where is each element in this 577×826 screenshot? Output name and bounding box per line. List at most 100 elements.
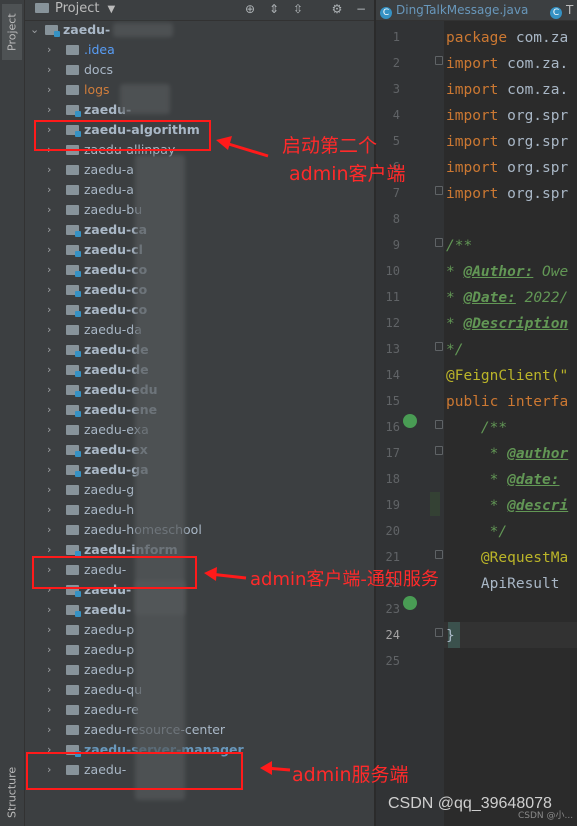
chevron-right-icon[interactable]: › <box>47 640 57 660</box>
tree-item[interactable]: › zaedu-p <box>25 640 374 660</box>
module-folder-icon <box>66 605 81 617</box>
tree-item[interactable]: › zaedu-exa <box>25 420 374 440</box>
code-line-4: import org.spr <box>446 108 569 124</box>
chevron-right-icon[interactable]: › <box>47 360 57 380</box>
tree-item[interactable]: › zaedu-ga <box>25 460 374 480</box>
chevron-down-icon: ▼ <box>107 4 116 15</box>
arrow-icon <box>260 761 291 775</box>
tree-item[interactable]: › zaedu-h <box>25 500 374 520</box>
module-folder-icon <box>66 385 81 397</box>
chevron-right-icon[interactable]: › <box>47 260 57 280</box>
chevron-right-icon[interactable]: › <box>47 280 57 300</box>
code-editor[interactable]: package com.za import com.za. import com… <box>446 21 577 826</box>
chevron-right-icon[interactable]: › <box>47 480 57 500</box>
tree-item[interactable]: › zaedu-co <box>25 280 374 300</box>
tree-item[interactable]: › zaedu- <box>25 600 374 620</box>
chevron-right-icon[interactable]: › <box>47 420 57 440</box>
tree-root-row[interactable]: ⌄ zaedu- <box>25 20 374 40</box>
tree-item[interactable]: › zaedu-co <box>25 260 374 280</box>
chevron-right-icon[interactable]: › <box>47 400 57 420</box>
fold-marker-icon[interactable] <box>435 446 443 455</box>
line-number: 25 <box>385 654 400 668</box>
tree-item[interactable]: ›zaedu-homeschool <box>25 520 374 540</box>
fold-marker-icon[interactable] <box>435 186 443 195</box>
editor-tab-dingtalkmessage[interactable]: C DingTalkMessage.java <box>380 0 528 20</box>
tree-item[interactable]: › zaedu-de <box>25 340 374 360</box>
tree-item[interactable]: › zaedu-edu <box>25 380 374 400</box>
tree-item[interactable]: › zaedu-ca <box>25 220 374 240</box>
chevron-right-icon[interactable]: › <box>47 180 57 200</box>
line-number: 3 <box>392 82 400 96</box>
tree-item[interactable]: › zaedu- <box>25 100 374 120</box>
tree-item[interactable]: › .idea <box>25 40 374 60</box>
chevron-right-icon[interactable]: › <box>47 700 57 720</box>
project-panel-title: Project <box>55 1 100 16</box>
editor-tab-second[interactable]: CT <box>550 0 573 20</box>
chevron-right-icon[interactable]: › <box>47 500 57 520</box>
tree-item[interactable]: › zaedu-cl <box>25 240 374 260</box>
fold-marker-icon[interactable] <box>435 238 443 247</box>
chevron-right-icon[interactable]: › <box>47 220 57 240</box>
folder-icon <box>66 325 79 335</box>
chevron-right-icon[interactable]: › <box>47 100 57 120</box>
tree-item-label: zaedu-qu <box>84 682 143 697</box>
tree-item[interactable]: › zaedu-re <box>25 700 374 720</box>
gear-icon[interactable]: ⚙ <box>330 2 344 16</box>
tree-item[interactable]: › zaedu-ene <box>25 400 374 420</box>
chevron-right-icon[interactable]: › <box>47 160 57 180</box>
tree-item[interactable]: › zaedu-p <box>25 620 374 640</box>
project-tool-tab[interactable]: Project <box>2 4 22 60</box>
expand-all-icon[interactable]: ⇕ <box>267 2 281 16</box>
chevron-right-icon[interactable]: › <box>47 680 57 700</box>
chevron-right-icon[interactable]: › <box>47 300 57 320</box>
feign-client-gutter-icon[interactable] <box>403 414 417 428</box>
line-number: 17 <box>385 446 400 460</box>
code-line-20: */ <box>446 524 508 540</box>
chevron-right-icon[interactable]: › <box>47 660 57 680</box>
tree-item[interactable]: › zaedu-bu <box>25 200 374 220</box>
tree-item[interactable]: ›zaedu-resource-center <box>25 720 374 740</box>
request-mapping-gutter-icon[interactable] <box>403 596 417 610</box>
collapse-all-icon[interactable]: ⇳ <box>291 2 305 16</box>
locate-icon[interactable]: ⊕ <box>243 2 257 16</box>
folder-icon <box>66 165 79 175</box>
chevron-right-icon[interactable]: › <box>47 40 57 60</box>
line-number: 16 <box>385 420 400 434</box>
structure-tool-tab[interactable]: Structure <box>2 762 22 822</box>
chevron-right-icon[interactable]: › <box>47 440 57 460</box>
tree-item[interactable]: › zaedu-p <box>25 660 374 680</box>
chevron-right-icon[interactable]: › <box>47 520 57 540</box>
tree-item[interactable]: › zaedu-g <box>25 480 374 500</box>
chevron-right-icon[interactable]: › <box>47 80 57 100</box>
chevron-right-icon[interactable]: › <box>47 200 57 220</box>
chevron-right-icon[interactable]: › <box>47 340 57 360</box>
chevron-right-icon[interactable]: › <box>47 240 57 260</box>
chevron-right-icon[interactable]: › <box>47 380 57 400</box>
tree-item[interactable]: › logs <box>25 80 374 100</box>
project-view-selector[interactable]: Project ▼ <box>35 1 115 16</box>
line-number: 2 <box>392 56 400 70</box>
tree-item[interactable]: › zaedu-qu <box>25 680 374 700</box>
annotation-algorithm-line1: 启动第二个 <box>282 135 378 157</box>
chevron-right-icon[interactable]: › <box>47 460 57 480</box>
fold-marker-icon[interactable] <box>435 550 443 559</box>
tree-item[interactable]: › zaedu-ex <box>25 440 374 460</box>
line-number: 4 <box>392 108 400 122</box>
fold-marker-icon[interactable] <box>435 628 443 637</box>
fold-marker-icon[interactable] <box>435 342 443 351</box>
hide-icon[interactable]: − <box>354 2 368 16</box>
highlight-box-server-manager <box>26 752 243 790</box>
chevron-right-icon[interactable]: › <box>47 320 57 340</box>
tree-item[interactable]: › zaedu-co <box>25 300 374 320</box>
fold-marker-icon[interactable] <box>435 56 443 65</box>
chevron-right-icon[interactable]: › <box>47 620 57 640</box>
tree-item[interactable]: › zaedu-de <box>25 360 374 380</box>
tree-item-label: zaedu-a <box>84 182 134 197</box>
chevron-right-icon[interactable]: › <box>47 60 57 80</box>
fold-marker-icon[interactable] <box>435 420 443 429</box>
chevron-right-icon[interactable]: › <box>47 720 57 740</box>
tree-item[interactable]: › docs <box>25 60 374 80</box>
tree-item-label: logs <box>84 82 110 97</box>
chevron-right-icon[interactable]: › <box>47 600 57 620</box>
tree-item[interactable]: › zaedu-da <box>25 320 374 340</box>
